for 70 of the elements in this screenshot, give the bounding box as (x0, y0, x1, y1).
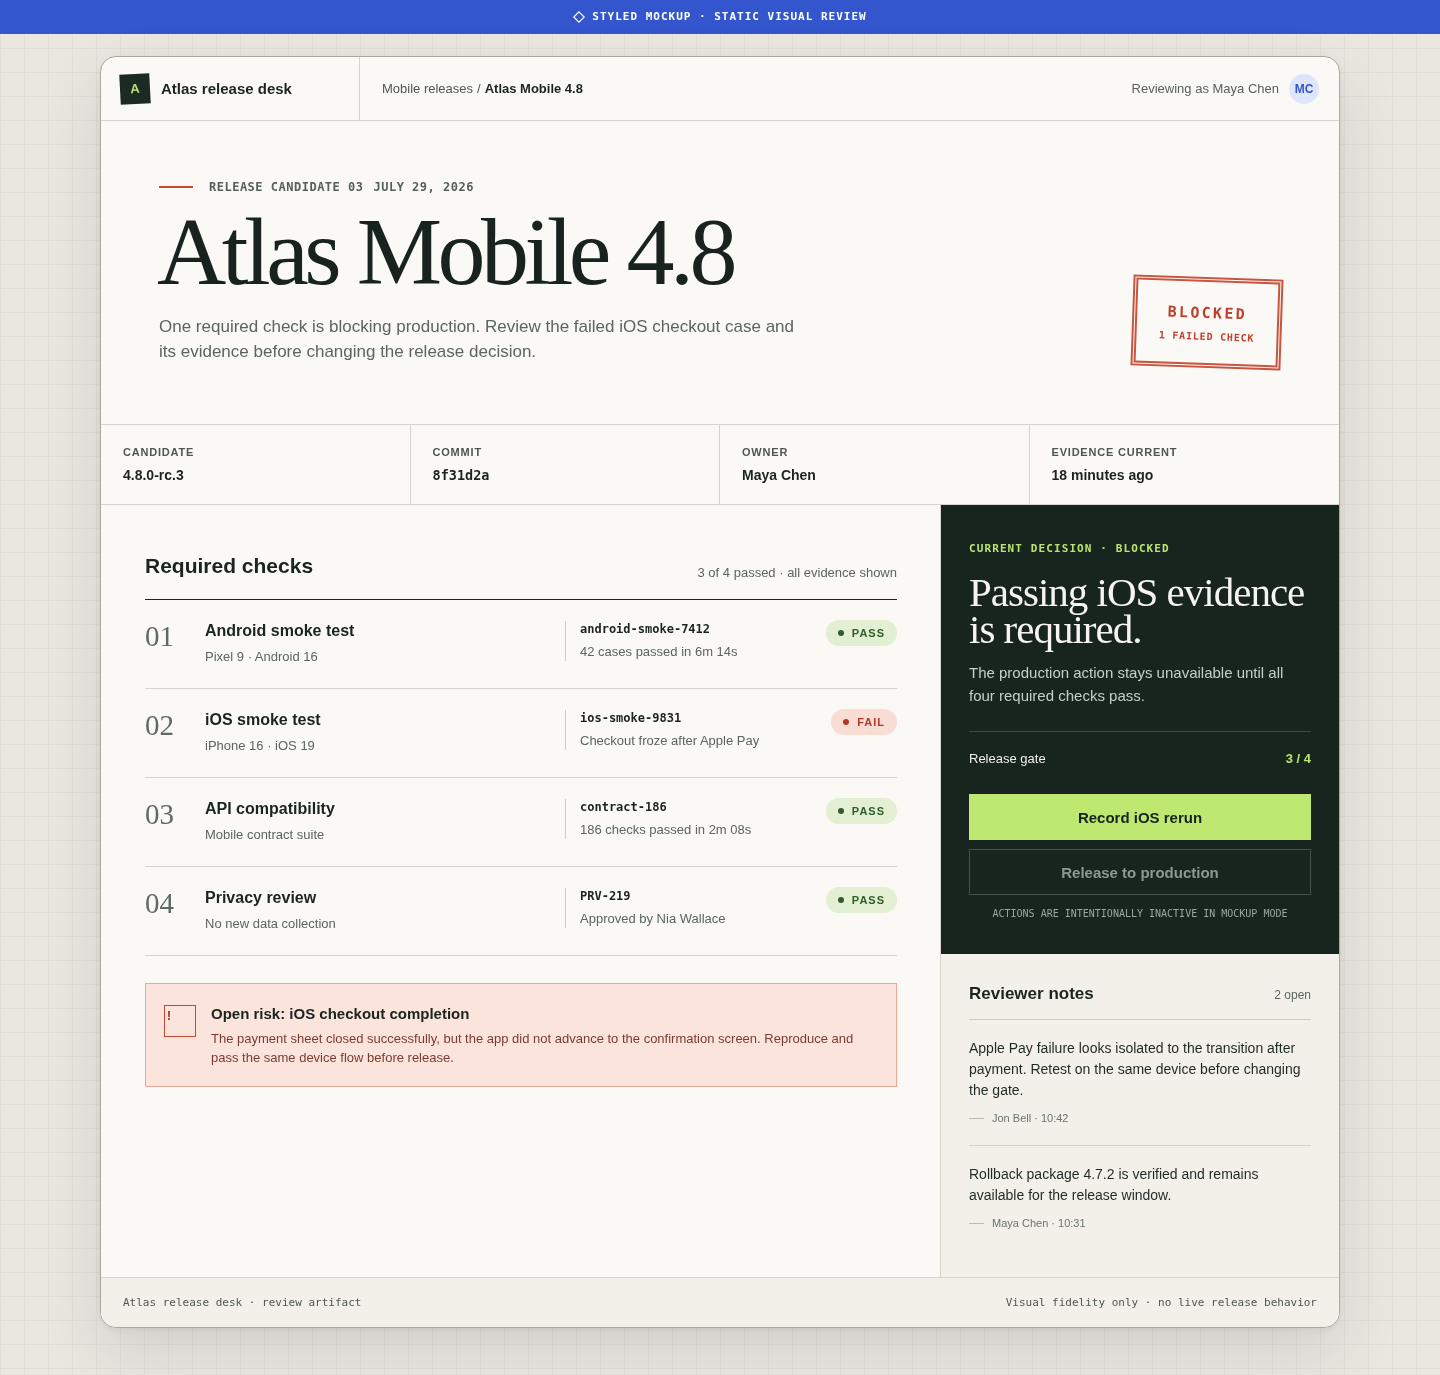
section-title: Required checks (145, 553, 314, 579)
actions-note: ACTIONS ARE INTENTIONALLY INACTIVE IN MOCKUP MODE (991, 907, 1289, 921)
evidence-detail: Approved by Nia Wallace (580, 910, 726, 928)
notes-count: 2 open (1274, 988, 1311, 1002)
gate-label: Release gate (969, 750, 1046, 768)
footer-text: Atlas release desk · review artifact (123, 1295, 362, 1310)
reviewer-label: Reviewing as Maya Chen (1131, 81, 1279, 96)
status-label: PASS (851, 804, 885, 818)
breadcrumb-link[interactable]: Mobile releases (382, 81, 474, 96)
breadcrumb-current: Atlas Mobile 4.8 (484, 81, 583, 96)
meta-value: 4.8.0-rc.3 (123, 466, 184, 484)
user-avatar: MC (1289, 73, 1319, 104)
note-text: Apple Pay failure looks isolated to the transition after payment. Retest on the same device before changing the gate. (969, 1039, 1302, 1100)
meta-label: EVIDENCE CURRENT (1051, 445, 1178, 459)
status-dot-icon (837, 808, 844, 814)
release-date: JULY 29, 2026 (373, 179, 474, 195)
note-text: Rollback package 4.7.2 is verified and remains available for the release window. (969, 1165, 1260, 1205)
app-name: Atlas release desk (161, 80, 292, 97)
check-name: iOS smoke test (205, 710, 321, 730)
check-name: API compatibility (205, 799, 335, 819)
decision-body: The production action stays unavailable until all four required checks pass. (969, 663, 1285, 706)
meta-label: CANDIDATE (123, 445, 195, 459)
check-name: Privacy review (205, 888, 317, 908)
check-device: Mobile contract suite (205, 826, 325, 844)
meta-value: 8f31d2a (432, 466, 490, 484)
evidence-detail: 42 cases passed in 6m 14s (580, 643, 738, 661)
gate-value: 3 / 4 (1285, 750, 1311, 768)
check-number: 01 (145, 621, 174, 651)
meta-label: OWNER (742, 445, 789, 459)
primary-button[interactable]: Record iOS rerun (969, 794, 1311, 840)
footer-text: Visual fidelity only · no live release behavior (1005, 1295, 1317, 1310)
evidence-detail: 186 checks passed in 2m 08s (580, 821, 752, 839)
risk-title: Open risk: iOS checkout completion (211, 1004, 470, 1024)
note-author: Jon Bell · 10:42 (992, 1111, 1069, 1125)
check-device: No new data collection (205, 915, 336, 933)
check-number: 04 (145, 888, 174, 918)
evidence-id: contract-186 (580, 799, 667, 815)
evidence-id: ios-smoke-9831 (580, 710, 682, 726)
stamp-label: BLOCKED (1167, 302, 1248, 324)
status-label: PASS (851, 626, 885, 640)
check-name: Android smoke test (205, 621, 355, 641)
page-summary: One required check is blocking production. Review the failed iOS checkout case and its evidence before changing the release decision. (159, 316, 796, 363)
decision-eyebrow: CURRENT DECISION · BLOCKED (969, 542, 1170, 556)
page-title: Atlas Mobile 4.8 (157, 204, 733, 300)
notes-title: Reviewer notes (969, 983, 1094, 1005)
meta-value: 18 minutes ago (1051, 466, 1154, 484)
evidence-detail: Checkout froze after Apple Pay (580, 732, 760, 750)
check-number: 02 (145, 710, 174, 740)
meta-label: COMMIT (432, 445, 482, 459)
meta-value: Maya Chen (742, 466, 816, 484)
evidence-id: PRV-219 (580, 888, 631, 904)
check-number: 03 (145, 799, 174, 829)
note-author: Maya Chen · 10:31 (992, 1216, 1086, 1230)
evidence-id: android-smoke-7412 (580, 621, 711, 637)
eyebrow-label: RELEASE CANDIDATE 03 (209, 179, 364, 195)
check-device: iPhone 16 · iOS 19 (205, 737, 315, 755)
status-label: FAIL (857, 715, 885, 729)
check-device: Pixel 9 · Android 16 (205, 648, 318, 666)
status-dot-icon (837, 630, 844, 636)
checks-summary: 3 of 4 passed · all evidence shown (697, 564, 897, 582)
diamond-icon (573, 11, 586, 23)
alert-icon: ! (164, 1005, 196, 1037)
status-dot-icon (837, 897, 844, 903)
status-dot-icon (843, 719, 850, 725)
risk-description: The payment sheet closed successfully, but the app did not advance to the confirmation screen. Reproduce and pass the same device flow before release. (211, 1029, 855, 1067)
breadcrumb-separator: / (477, 81, 481, 96)
stamp-detail: 1 FAILED CHECK (1158, 328, 1255, 345)
banner-text: STYLED MOCKUP · STATIC VISUAL REVIEW (592, 10, 867, 24)
status-label: PASS (851, 893, 885, 907)
app-logo: A (119, 72, 151, 105)
